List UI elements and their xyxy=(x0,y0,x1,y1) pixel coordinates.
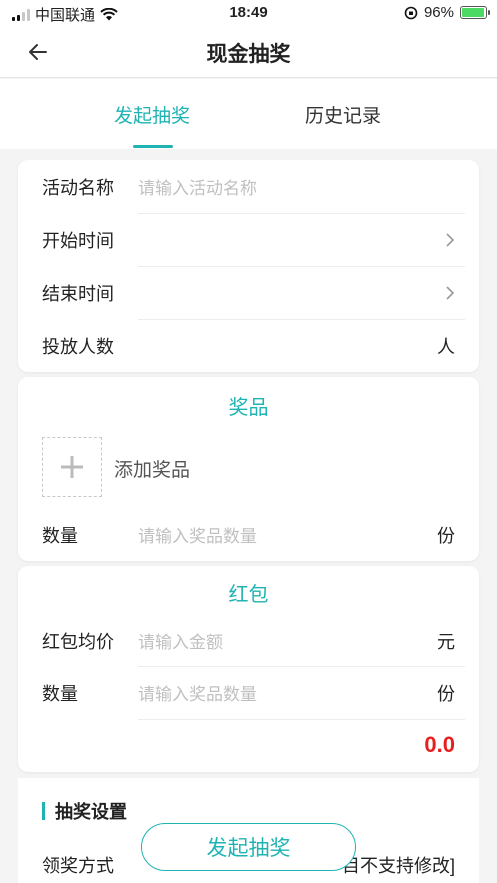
section-accent-bar xyxy=(42,802,45,820)
tab-launch-lottery[interactable]: 发起抽奖 xyxy=(114,101,190,128)
nav-bar: 现金抽奖 xyxy=(0,26,497,78)
avg-price-row[interactable]: 红包均价 请输入金额 元 xyxy=(42,614,455,667)
red-packet-qty-unit: 份 xyxy=(437,683,455,704)
prize-card: 奖品 添加奖品 数量 请输入奖品数量 份 xyxy=(18,377,479,561)
red-packet-qty-row[interactable]: 数量 请输入奖品数量 份 xyxy=(42,666,455,719)
avg-price-label: 红包均价 xyxy=(42,631,114,652)
start-time-label: 开始时间 xyxy=(42,230,114,251)
red-packet-qty-input[interactable]: 请输入奖品数量 xyxy=(138,680,437,705)
prize-section-title: 奖品 xyxy=(228,397,269,419)
chevron-right-icon xyxy=(446,232,455,247)
tab-history[interactable]: 历史记录 xyxy=(305,101,381,128)
settings-title: 抽奖设置 xyxy=(42,798,127,824)
end-time-label: 结束时间 xyxy=(42,283,114,304)
prize-qty-unit: 份 xyxy=(437,525,455,546)
plus-icon xyxy=(61,456,83,478)
chevron-right-icon xyxy=(446,285,455,300)
prize-qty-input[interactable]: 请输入奖品数量 xyxy=(138,522,437,547)
active-tab-indicator xyxy=(133,145,173,148)
avg-price-unit: 元 xyxy=(437,631,455,652)
divider xyxy=(138,719,465,720)
prize-qty-row[interactable]: 数量 请输入奖品数量 份 xyxy=(42,508,455,561)
avg-price-input[interactable]: 请输入金额 xyxy=(138,628,437,653)
claim-method-label: 领奖方式 xyxy=(42,856,114,876)
status-right: 96% xyxy=(404,4,490,21)
claim-method-note: 目不支持修改] xyxy=(341,856,455,876)
activity-card: 活动名称 请输入活动名称 开始时间 结束时间 投放人数 人 xyxy=(18,160,479,372)
activity-name-row[interactable]: 活动名称 请输入活动名称 xyxy=(42,160,455,213)
red-packet-qty-label: 数量 xyxy=(42,683,78,704)
red-packet-card: 红包 红包均价 请输入金额 元 数量 请输入奖品数量 份 0.0 xyxy=(18,566,479,772)
people-count-label: 投放人数 xyxy=(42,336,114,357)
red-packet-total: 0.0 xyxy=(424,732,455,757)
red-packet-section-title: 红包 xyxy=(228,584,269,606)
battery-icon xyxy=(460,6,490,19)
tab-bar: 发起抽奖 历史记录 xyxy=(0,79,497,149)
end-time-row[interactable]: 结束时间 xyxy=(42,266,455,319)
prize-qty-label: 数量 xyxy=(42,525,78,546)
start-time-row[interactable]: 开始时间 xyxy=(42,213,455,266)
battery-percent: 96% xyxy=(423,4,454,21)
status-bar: 中国联通 18:49 96% xyxy=(0,0,497,26)
activity-name-input[interactable]: 请输入活动名称 xyxy=(138,174,455,199)
activity-name-label: 活动名称 xyxy=(42,177,114,198)
settings-title-text: 抽奖设置 xyxy=(55,802,127,822)
people-unit: 人 xyxy=(437,336,455,357)
launch-lottery-button[interactable]: 发起抽奖 xyxy=(141,823,356,871)
page-title: 现金抽奖 xyxy=(206,43,291,66)
orientation-lock-icon xyxy=(404,6,418,19)
add-prize-label[interactable]: 添加奖品 xyxy=(114,455,190,482)
add-prize-button[interactable] xyxy=(42,437,102,497)
people-count-row[interactable]: 投放人数 人 xyxy=(42,319,455,372)
